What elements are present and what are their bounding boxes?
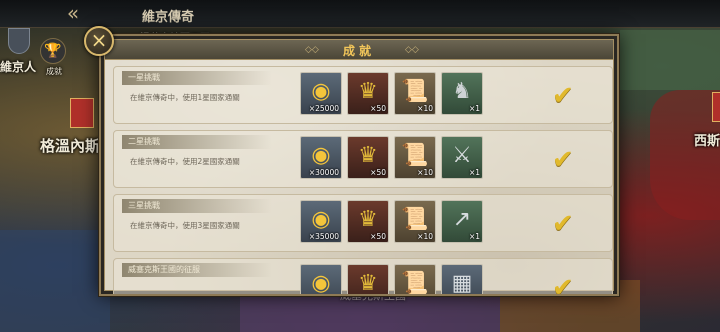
reward-item[interactable]: ♞ ×1 [441,72,483,115]
armor-icon: ▦ [451,271,473,296]
dialog-title: 成就 [342,44,375,58]
reward-quantity: ×50 [370,104,386,113]
gold-coin-icon: ◉ [311,207,331,232]
reward-quantity: ×1 [468,232,480,241]
reward-item[interactable]: ⚔ ×1 [441,136,483,179]
dialog-header: ◇◇ 成就 ◇◇ [105,40,613,60]
reward-item[interactable]: ◉ ×35000 [300,200,342,243]
kingdom-banner-icon-right[interactable] [712,92,720,122]
achievement-row: 二星挑戰 在維京傳奇中，使用2星國家通關 ◉ ×30000 ♛ ×50 📜 ×1… [113,130,613,188]
achievement-name: 威塞克斯王國的征服 [122,263,272,277]
armored-horse-icon: ♞ [452,79,472,104]
reward-item[interactable]: 📜 [394,264,436,296]
achievement-row: 威塞克斯王國的征服 ◉ ♛ 📜 ▦ ✔ [113,258,613,296]
completed-check-icon: ✔ [552,273,574,296]
map-region-red [650,90,720,220]
map-label-west: 西斯 [694,134,720,149]
kingdom-banner-icon[interactable] [70,98,94,128]
reward-quantity: ×1 [468,104,480,113]
reward-quantity: ×50 [370,168,386,177]
dialog-body: ◇◇ 成就 ◇◇ 一星挑戰 在維京傳奇中，使用1星國家通關 ◉ ×25000 ♛… [104,39,614,294]
scroll-map-icon: 📜 [401,143,429,168]
reward-item[interactable]: 📜 ×10 [394,200,436,243]
faction-shield-icon[interactable] [8,28,30,54]
reward-item[interactable]: ◉ ×25000 [300,72,342,115]
achievement-dialog: ◇◇ 成就 ◇◇ 一星挑戰 在維京傳奇中，使用1星國家通關 ◉ ×25000 ♛… [99,34,619,296]
close-button[interactable]: × [84,26,114,56]
scroll-map-icon: 📜 [401,271,429,296]
reward-quantity: ×10 [417,232,433,241]
achievement-name: 二星挑戰 [122,135,272,149]
completed-check-icon: ✔ [552,81,574,111]
map-label-gelwen: 格溫內斯 [40,137,101,155]
achievement-description: 在維京傳奇中，使用1星國家通關 [130,93,240,102]
reward-quantity: ×50 [370,232,386,241]
gold-coin-icon: ◉ [311,143,331,168]
trophy-icon[interactable]: 🏆 [40,38,66,64]
reward-item[interactable]: ♛ [347,264,389,296]
achievement-row: 三星挑戰 在維京傳奇中，使用3星國家通關 ◉ ×35000 ♛ ×50 📜 ×1… [113,194,613,252]
reward-item[interactable]: 📜 ×10 [394,136,436,179]
map-label-achievement: 成就 [46,67,62,76]
completed-check-icon: ✔ [552,209,574,239]
achievement-name: 三星挑戰 [122,199,272,213]
polearm-icon: ⚔ [452,143,472,168]
reward-item[interactable]: ♛ ×50 [347,72,389,115]
crown-medal-icon: ♛ [358,271,378,296]
achievement-description: 在維京傳奇中，使用3星國家通關 [130,221,240,230]
reward-quantity: ×10 [417,168,433,177]
achievement-name: 一星挑戰 [122,71,272,85]
scroll-map-icon: 📜 [401,207,429,232]
reward-item[interactable]: 📜 ×10 [394,72,436,115]
gold-coin-icon: ◉ [311,271,331,296]
reward-quantity: ×35000 [308,232,339,241]
reward-item[interactable]: ♛ ×50 [347,136,389,179]
reward-quantity: ×25000 [308,104,339,113]
achievement-row: 一星挑戰 在維京傳奇中，使用1星國家通關 ◉ ×25000 ♛ ×50 📜 ×1… [113,66,613,124]
achievement-description: 在維京傳奇中，使用2星國家通關 [130,157,240,166]
crown-medal-icon: ♛ [358,79,378,104]
header-ornament-right-icon: ◇◇ [405,45,419,55]
reward-item[interactable]: ◉ [300,264,342,296]
reward-item[interactable]: ♛ ×50 [347,200,389,243]
reward-item[interactable]: ◉ ×30000 [300,136,342,179]
gold-coin-icon: ◉ [311,79,331,104]
map-region-blue [0,230,110,332]
reward-quantity: ×30000 [308,168,339,177]
crown-medal-icon: ♛ [358,207,378,232]
reward-quantity: ×1 [468,168,480,177]
reward-quantity: ×10 [417,104,433,113]
scroll-map-icon: 📜 [401,79,429,104]
map-region-green [620,30,720,90]
top-bar-title: 維京傳奇 [142,10,195,25]
map-label-viking: 維京人 [0,60,37,74]
back-arrow-icon[interactable]: « [58,2,88,24]
reward-item[interactable]: ▦ [441,264,483,296]
lance-icon: ↗ [452,207,472,232]
completed-check-icon: ✔ [552,145,574,175]
top-bar: « 維京傳奇 [0,0,720,28]
crown-medal-icon: ♛ [358,143,378,168]
reward-item[interactable]: ↗ ×1 [441,200,483,243]
